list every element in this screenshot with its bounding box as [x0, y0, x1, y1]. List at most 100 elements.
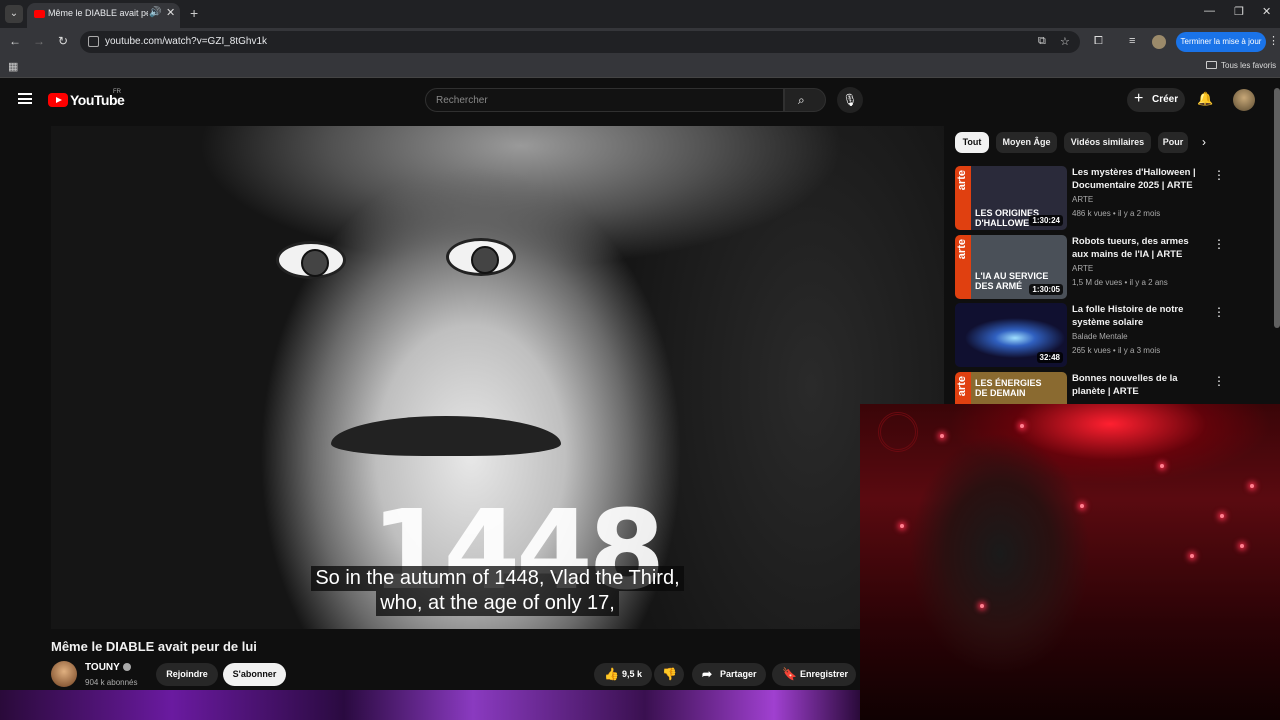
- caption-line-1: So in the autumn of 1448, Vlad the Third…: [311, 566, 684, 591]
- youtube-logo-icon[interactable]: [48, 93, 68, 107]
- upload-age: il y a 2 ans: [1129, 278, 1168, 287]
- thumbs-up-icon: 👍: [604, 667, 619, 681]
- recommendation-meta: 265 k vues • il y a 3 mois: [1072, 346, 1161, 355]
- create-button[interactable]: + Créer: [1127, 88, 1185, 112]
- chevron-right-icon[interactable]: ›: [1202, 135, 1206, 149]
- country-code: FR: [113, 89, 121, 95]
- like-count: 9,5 k: [622, 669, 643, 679]
- fairy-light: [1160, 464, 1164, 468]
- url-text[interactable]: youtube.com/watch?v=GZI_8tGhv1k: [105, 36, 267, 47]
- upload-age: il y a 2 mois: [1117, 209, 1161, 218]
- video-thumbnail[interactable]: arte L'IA AU SERVICE DES ARMÉ 1:30:05: [955, 235, 1067, 299]
- search-input[interactable]: Rechercher: [425, 88, 784, 112]
- address-bar[interactable]: youtube.com/watch?v=GZI_8tGhv1k ⧉ ☆: [80, 31, 1080, 53]
- fairy-light: [900, 524, 904, 528]
- chip-all[interactable]: Tout: [955, 132, 989, 153]
- share-button[interactable]: ➦ Partager: [692, 663, 766, 686]
- channel-name-row[interactable]: TOUNY: [85, 662, 131, 673]
- recommendation-channel[interactable]: ARTE: [1072, 195, 1093, 204]
- view-count: 486 k vues: [1072, 209, 1111, 218]
- more-options-icon[interactable]: ⋮: [1213, 374, 1225, 388]
- video-thumbnail[interactable]: 32:48: [955, 303, 1067, 367]
- bookmarks-bar: ▦ Tous les favoris: [0, 56, 1280, 78]
- recommendation-title[interactable]: Bonnes nouvelles de la planète | ARTE: [1072, 372, 1207, 398]
- recommendation-item[interactable]: arte LES ORIGINES D'HALLOWE 1:30:24 Les …: [955, 166, 1273, 230]
- fairy-light: [980, 604, 984, 608]
- recommendation-meta: 486 k vues • il y a 2 mois: [1072, 209, 1161, 218]
- tab-search-icon[interactable]: ⌄: [5, 5, 23, 23]
- account-avatar[interactable]: [1233, 89, 1255, 111]
- verified-icon: [122, 663, 131, 672]
- wall-spiral-decoration: [878, 412, 918, 452]
- chip-middle-ages[interactable]: Moyen Âge: [996, 132, 1057, 153]
- duration-badge: 32:48: [1036, 352, 1063, 363]
- recommendation-item[interactable]: 32:48 La folle Histoire de notre système…: [955, 303, 1273, 367]
- tab-close-icon[interactable]: ✕: [166, 6, 175, 19]
- profile-avatar-icon[interactable]: [1152, 35, 1166, 49]
- site-info-icon[interactable]: [88, 36, 99, 47]
- browser-tab[interactable]: Même le DIABLE avait peur de lui 🔊 ✕: [27, 3, 180, 28]
- minimize-icon[interactable]: —: [1204, 5, 1215, 17]
- portrait-left-eye: [276, 241, 346, 279]
- video-thumbnail[interactable]: arte LES ORIGINES D'HALLOWE 1:30:24: [955, 166, 1067, 230]
- recommendation-title[interactable]: Les mystères d'Halloween | Documentaire …: [1072, 166, 1207, 192]
- reload-icon[interactable]: ↻: [58, 34, 68, 48]
- video-player[interactable]: 1448 So in the autumn of 1448, Vlad the …: [51, 126, 944, 629]
- arte-logo: arte: [956, 376, 968, 397]
- restore-icon[interactable]: ❐: [1234, 5, 1244, 18]
- recommendation-channel[interactable]: Balade Mentale: [1072, 332, 1128, 341]
- more-options-icon[interactable]: ⋮: [1213, 305, 1225, 319]
- more-options-icon[interactable]: ⋮: [1213, 237, 1225, 251]
- menu-icon[interactable]: [18, 93, 32, 104]
- subscribe-button[interactable]: S'abonner: [223, 663, 286, 686]
- create-label: Créer: [1152, 94, 1179, 105]
- new-tab-icon[interactable]: +: [190, 5, 198, 21]
- close-window-icon[interactable]: ✕: [1262, 5, 1271, 18]
- channel-name[interactable]: TOUNY: [85, 662, 120, 673]
- voice-search-icon[interactable]: 🎙: [837, 87, 863, 113]
- all-bookmarks-link[interactable]: Tous les favoris: [1221, 61, 1276, 70]
- recommendation-channel[interactable]: ARTE: [1072, 264, 1093, 273]
- more-options-icon[interactable]: ⋮: [1213, 168, 1225, 182]
- fairy-light: [1080, 504, 1084, 508]
- like-button[interactable]: 👍 9,5 k: [594, 663, 652, 686]
- page-scrollbar[interactable]: [1274, 88, 1280, 328]
- caption-line-2: who, at the age of only 17,: [376, 591, 619, 616]
- apps-grid-icon[interactable]: ▦: [8, 60, 18, 73]
- chip-for-you[interactable]: Pour: [1158, 132, 1188, 153]
- dislike-button[interactable]: 👎: [654, 663, 684, 686]
- fairy-light: [1190, 554, 1194, 558]
- upload-age: il y a 3 mois: [1117, 346, 1161, 355]
- audio-playing-icon[interactable]: 🔊: [149, 7, 161, 18]
- arte-logo: arte: [956, 170, 968, 191]
- portrait-right-eye: [446, 238, 516, 276]
- captions: So in the autumn of 1448, Vlad the Third…: [51, 566, 944, 616]
- save-button[interactable]: 🔖 Enregistrer: [772, 663, 856, 686]
- folder-icon: [1206, 61, 1217, 69]
- channel-avatar[interactable]: [51, 661, 77, 687]
- notifications-bell-icon[interactable]: 🔔: [1197, 91, 1213, 107]
- back-icon[interactable]: ←: [9, 34, 21, 48]
- bookmark-icon: 🔖: [782, 667, 797, 681]
- recommendation-item[interactable]: arte L'IA AU SERVICE DES ARMÉ 1:30:05 Ro…: [955, 235, 1273, 299]
- install-app-icon[interactable]: ⧉: [1038, 35, 1046, 48]
- extensions-icon[interactable]: ⧠: [1094, 35, 1103, 48]
- recommendation-title[interactable]: La folle Histoire de notre système solai…: [1072, 303, 1207, 329]
- update-button[interactable]: Terminer la mise à jour: [1176, 32, 1266, 52]
- address-toolbar: ← → ↻ youtube.com/watch?v=GZI_8tGhv1k ⧉ …: [0, 28, 1280, 56]
- chip-similar-videos[interactable]: Vidéos similaires: [1064, 132, 1151, 153]
- recommendation-item[interactable]: arte LES ÉNERGIES DE DEMAIN Bonnes nouve…: [955, 372, 1273, 404]
- plus-icon: +: [1134, 90, 1144, 107]
- save-label: Enregistrer: [800, 669, 849, 679]
- fairy-light: [1020, 424, 1024, 428]
- video-title: Même le DIABLE avait peur de lui: [51, 639, 257, 654]
- media-controls-icon[interactable]: ≡: [1129, 35, 1135, 47]
- duration-badge: 1:30:24: [1029, 215, 1063, 226]
- join-button[interactable]: Rejoindre: [156, 663, 218, 686]
- browser-menu-icon[interactable]: ⋮: [1268, 34, 1279, 47]
- recommendation-title[interactable]: Robots tueurs, des armes aux mains de l'…: [1072, 235, 1207, 261]
- video-thumbnail[interactable]: arte LES ÉNERGIES DE DEMAIN: [955, 372, 1067, 404]
- search-button[interactable]: ⌕: [784, 88, 826, 112]
- bookmark-star-icon[interactable]: ☆: [1060, 35, 1070, 48]
- forward-icon[interactable]: →: [33, 34, 45, 48]
